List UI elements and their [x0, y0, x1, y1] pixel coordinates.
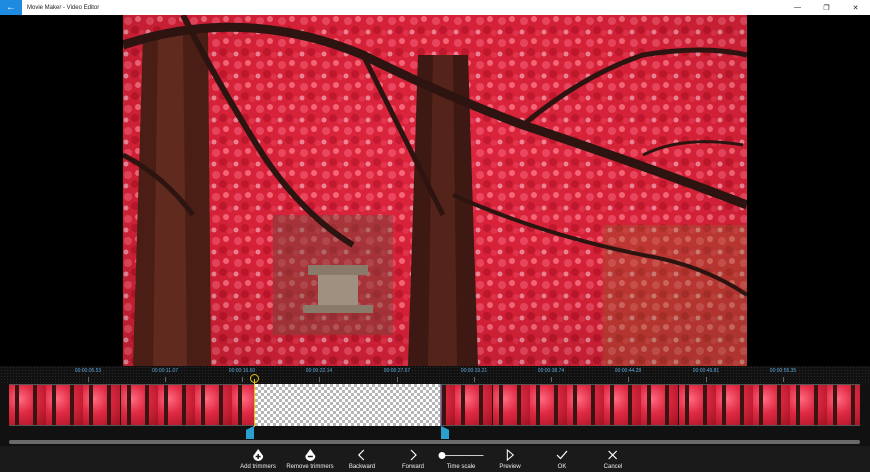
window-controls: — ❐ ✕: [783, 0, 870, 15]
tick-label: 00:00:38.74: [537, 368, 565, 374]
preview-label: Preview: [499, 464, 521, 470]
filmstrip-frame: [83, 385, 122, 425]
tick-mark: [706, 377, 707, 382]
filmstrip-frame: [455, 385, 494, 425]
tick-label: 00:00:11.07: [151, 368, 179, 374]
filmstrip-frame: [46, 385, 85, 425]
time-scale-control[interactable]: Time scale: [438, 446, 484, 472]
tick-label: 00:00:16.60: [228, 368, 256, 374]
filmstrip-frame: [195, 385, 233, 425]
video-frame-image: [123, 15, 747, 366]
play-icon: [505, 446, 515, 464]
tick-mark: [551, 377, 552, 382]
start-trimmer-handle[interactable]: [246, 426, 254, 439]
tick-label: 00:00:33.21: [460, 368, 488, 374]
tick-label: 00:00:05.53: [74, 368, 102, 374]
ok-label: OK: [557, 464, 567, 470]
filmstrip-frame: [9, 385, 47, 425]
filmstrip-frame: [157, 385, 196, 425]
preview-button[interactable]: Preview: [499, 446, 521, 472]
cancel-button[interactable]: Cancel: [603, 446, 623, 472]
forward-button[interactable]: Forward: [402, 446, 424, 472]
slider-track[interactable]: [445, 454, 484, 456]
tick-mark: [397, 377, 398, 382]
filmstrip-frame: [120, 385, 159, 425]
tick-mark: [242, 377, 243, 382]
title-bar: ← Movie Maker - Video Editor — ❐ ✕: [0, 0, 870, 15]
video-preview[interactable]: [123, 15, 747, 366]
filmstrip-frame: [790, 385, 829, 425]
minimize-button[interactable]: —: [783, 0, 812, 15]
video-editor-window: ← Movie Maker - Video Editor — ❐ ✕ 00:00…: [0, 0, 870, 472]
timeline[interactable]: 00:00:05.53 00:00:11.07 00:00:16.60 00:0…: [0, 366, 870, 446]
close-icon: ✕: [852, 4, 859, 12]
restore-button[interactable]: ❐: [812, 0, 841, 15]
tick-mark: [628, 377, 629, 382]
filmstrip-frame: [604, 385, 643, 425]
check-icon: [555, 446, 569, 464]
cancel-label: Cancel: [603, 464, 623, 470]
backward-label: Backward: [348, 464, 376, 470]
bottom-toolbar: Add trimmers Remove trimmers Backward Fo…: [0, 446, 870, 472]
tick-mark: [165, 377, 166, 382]
filmstrip-frame: [492, 385, 531, 425]
tick-label: 00:00:22.14: [305, 368, 333, 374]
backward-button[interactable]: Backward: [349, 446, 375, 472]
trim-selection[interactable]: [254, 384, 441, 426]
back-button[interactable]: ←: [0, 0, 22, 15]
timeline-scrollbar[interactable]: [9, 440, 860, 444]
trimmer-remove-icon: [304, 446, 316, 464]
chevron-right-icon: [408, 446, 418, 464]
minimize-icon: —: [794, 4, 801, 11]
filmstrip-frame: [678, 385, 717, 425]
restore-icon: ❐: [823, 4, 830, 12]
filmstrip-frame: [567, 385, 605, 425]
tick-label: 00:00:44.28: [614, 368, 642, 374]
add-trimmers-button[interactable]: Add trimmers: [240, 446, 276, 472]
add-trimmers-label: Add trimmers: [240, 464, 276, 470]
filmstrip-frame: [641, 385, 680, 425]
tick-label: 00:00:55.35: [769, 368, 797, 374]
tick-label: 00:00:49.81: [692, 368, 720, 374]
close-button[interactable]: ✕: [841, 0, 870, 15]
arrow-left-icon: ←: [6, 1, 16, 13]
tick-mark: [319, 377, 320, 382]
forward-label: Forward: [401, 464, 425, 470]
time-scale-label: Time scale: [446, 464, 476, 470]
tick-mark: [88, 377, 89, 382]
end-trimmer-handle[interactable]: [441, 426, 449, 439]
filmstrip-frame: [827, 385, 860, 425]
tick-label: 00:00:27.67: [383, 368, 411, 374]
close-icon: [606, 446, 620, 464]
window-title: Movie Maker - Video Editor: [27, 4, 100, 11]
filmstrip-frame: [715, 385, 754, 425]
filmstrip-frame: [753, 385, 791, 425]
time-scale-slider[interactable]: [438, 446, 484, 464]
tick-mark: [783, 377, 784, 382]
filmstrip-frame: [529, 385, 568, 425]
time-ruler[interactable]: 00:00:05.53 00:00:11.07 00:00:16.60 00:0…: [0, 366, 870, 384]
remove-trimmers-button[interactable]: Remove trimmers: [286, 446, 334, 472]
trimmer-add-icon: [252, 446, 264, 464]
slider-thumb[interactable]: [438, 451, 446, 459]
tick-mark: [474, 377, 475, 382]
playhead-handle[interactable]: [250, 374, 259, 383]
remove-trimmers-label: Remove trimmers: [286, 464, 334, 470]
playhead[interactable]: [254, 379, 255, 427]
chevron-left-icon: [357, 446, 367, 464]
ok-button[interactable]: OK: [555, 446, 569, 472]
